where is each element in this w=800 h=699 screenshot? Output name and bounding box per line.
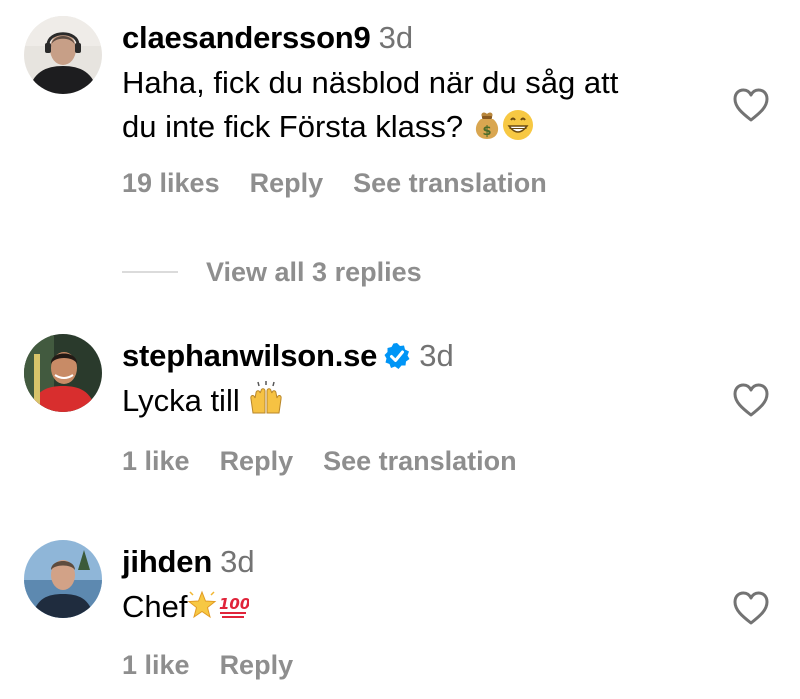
comment-text: Lycka till: [122, 379, 710, 427]
avatar[interactable]: [24, 16, 102, 94]
comment-time: 3d: [419, 338, 454, 373]
reply-button[interactable]: Reply: [250, 168, 324, 198]
comment-time: 3d: [220, 544, 255, 579]
comment-text-line1: Lycka till: [122, 383, 240, 418]
hundred-points-icon: 100: [217, 589, 251, 633]
comment-text: Chef 100: [122, 585, 710, 633]
heart-outline-icon[interactable]: [732, 87, 770, 123]
like-count[interactable]: 1 like: [122, 650, 190, 680]
view-replies-label[interactable]: View all 3 replies: [206, 257, 422, 287]
username[interactable]: jihden: [122, 544, 212, 579]
verified-badge-icon: [383, 342, 411, 370]
view-replies-button[interactable]: View all 3 replies: [122, 250, 422, 294]
svg-text:$: $: [482, 124, 491, 139]
heart-outline-icon[interactable]: [732, 382, 770, 418]
reply-button[interactable]: Reply: [220, 446, 294, 476]
comment-claesandersson9: claesandersson9 3d Haha, fick du näsblod …: [0, 0, 800, 250]
comment-stephanwilson: stephanwilson.se 3d Lycka till 1 like Re…: [0, 330, 800, 520]
like-count[interactable]: 19 likes: [122, 168, 220, 198]
comment-text-line1: Haha, fick du näsblod när du såg att: [122, 65, 619, 100]
glowing-star-icon: [187, 589, 217, 633]
comment-text-line1: Chef: [122, 589, 188, 624]
avatar[interactable]: [24, 334, 102, 412]
like-count[interactable]: 1 like: [122, 446, 190, 476]
comment-actions: 1 like Reply: [122, 650, 323, 681]
replies-divider: [122, 271, 178, 273]
comment-text: Haha, fick du näsblod när du såg att du …: [122, 61, 710, 153]
username[interactable]: claesandersson9: [122, 20, 371, 55]
reply-button[interactable]: Reply: [220, 650, 294, 680]
grinning-face-icon: [502, 109, 534, 153]
heart-outline-icon[interactable]: [732, 590, 770, 626]
avatar[interactable]: [24, 540, 102, 618]
comment-actions: 1 like Reply See translation: [122, 446, 547, 477]
raising-hands-icon: [248, 381, 284, 427]
see-translation-button[interactable]: See translation: [323, 446, 517, 476]
svg-text:100: 100: [219, 595, 249, 613]
comment-text-line2: du inte fick Första klass?: [122, 109, 464, 144]
money-bag-icon: $: [472, 109, 502, 153]
username[interactable]: stephanwilson.se: [122, 338, 377, 373]
comment-actions: 19 likes Reply See translation: [122, 168, 577, 199]
comment-time: 3d: [378, 20, 414, 55]
see-translation-button[interactable]: See translation: [353, 168, 547, 198]
comment-jihden: jihden 3d Chef 100 1 like Reply: [0, 538, 800, 699]
